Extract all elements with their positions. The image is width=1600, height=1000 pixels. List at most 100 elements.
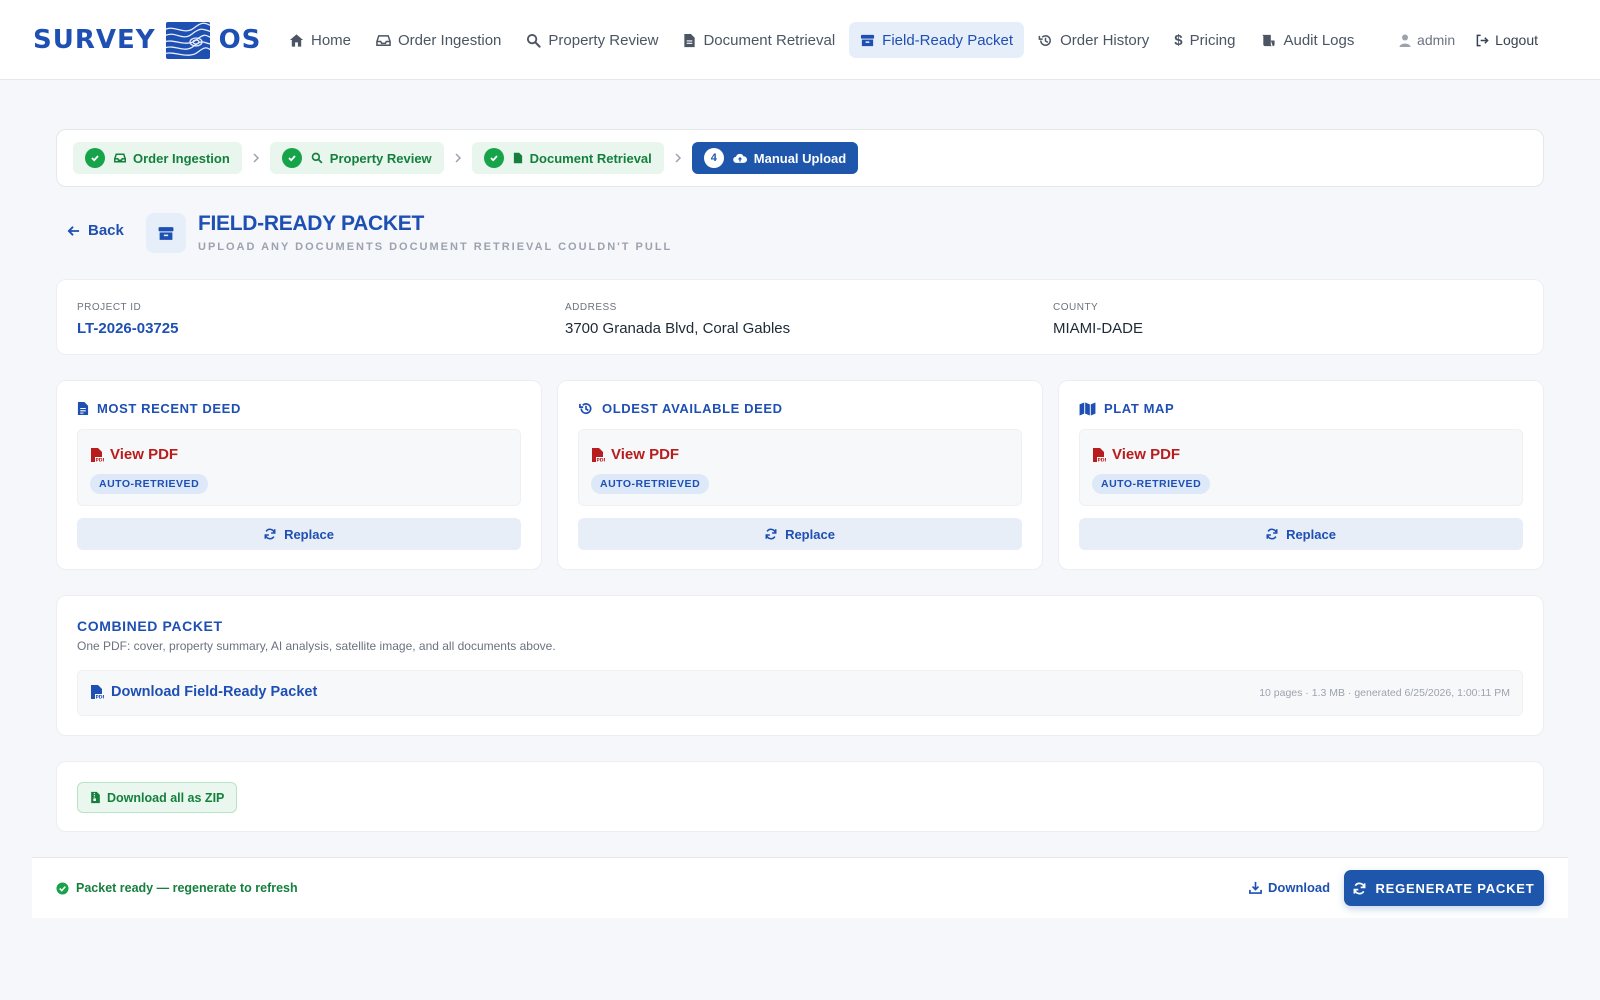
logo-text-left: SURVEY: [33, 25, 156, 55]
view-pdf-link[interactable]: PDF View PDF: [591, 446, 679, 463]
refresh-icon: [765, 528, 777, 540]
step-order-ingestion[interactable]: Order Ingestion: [73, 142, 242, 174]
packet-download-row: PDF Download Field-Ready Packet 10 pages…: [77, 670, 1523, 716]
logo[interactable]: SURVEY OS: [33, 20, 261, 60]
project-id-field: PROJECT ID LT-2026-03725: [77, 302, 178, 337]
doc-title-label: OLDEST AVAILABLE DEED: [602, 401, 783, 416]
logout-label: Logout: [1495, 32, 1538, 48]
combined-description: One PDF: cover, property summary, AI ana…: [77, 639, 556, 653]
back-label: Back: [88, 222, 124, 239]
combined-title: COMBINED PACKET: [77, 618, 223, 634]
inbox-icon: [376, 34, 391, 46]
nav-item-pricing[interactable]: $ Pricing: [1163, 22, 1246, 58]
svg-text:PDF: PDF: [597, 457, 606, 463]
file-pdf-icon: PDF: [1093, 447, 1106, 463]
chevron-right-icon: [252, 153, 260, 163]
download-button[interactable]: Download: [1249, 880, 1330, 895]
download-zip-button[interactable]: Download all as ZIP: [77, 782, 238, 813]
county-value: MIAMI-DADE: [1053, 320, 1143, 337]
doc-card-plat-map: PLAT MAP PDF View PDF AUTO-RETRIEVED Rep…: [1058, 380, 1544, 570]
user-menu[interactable]: admin: [1399, 32, 1455, 48]
nav-item-field-ready-packet[interactable]: Field-Ready Packet: [849, 22, 1025, 58]
file-pdf-icon: PDF: [91, 685, 105, 700]
view-pdf-link[interactable]: PDF View PDF: [1092, 446, 1180, 463]
doc-title-label: PLAT MAP: [1104, 401, 1175, 416]
status-label: Packet ready — regenerate to refresh: [76, 881, 298, 895]
zip-card: Download all as ZIP: [56, 761, 1544, 832]
download-packet-link[interactable]: PDF Download Field-Ready Packet: [90, 684, 317, 700]
user-icon: [1399, 34, 1411, 47]
replace-button[interactable]: Replace: [578, 518, 1022, 550]
replace-button[interactable]: Replace: [1079, 518, 1523, 550]
check-icon: [85, 148, 105, 168]
step-document-retrieval[interactable]: Document Retrieval: [471, 142, 664, 174]
view-pdf-label: View PDF: [110, 446, 179, 463]
nav-item-label: Pricing: [1189, 31, 1236, 49]
map-icon: [1079, 401, 1096, 416]
download-icon: [1249, 881, 1262, 894]
file-pdf-icon: PDF: [91, 447, 105, 463]
svg-text:PDF: PDF: [96, 694, 105, 700]
doc-title-label: MOST RECENT DEED: [97, 401, 241, 416]
view-pdf-label: View PDF: [1112, 446, 1181, 463]
doc-file-box: PDF View PDF AUTO-RETRIEVED: [578, 429, 1022, 506]
doc-card-title: PLAT MAP: [1079, 401, 1174, 416]
workflow-stepper: Order Ingestion Property Review Document…: [56, 129, 1544, 187]
file-contract-icon: [77, 402, 89, 415]
doc-card-title: MOST RECENT DEED: [77, 401, 241, 416]
nav-item-order-ingestion[interactable]: Order Ingestion: [365, 22, 512, 58]
project-id-value: LT-2026-03725: [77, 320, 179, 337]
main-nav: Home Order Ingestion Property Review Doc…: [278, 22, 1368, 58]
cloud-upload-icon: [733, 153, 747, 164]
inbox-icon: [114, 152, 126, 164]
county-label: COUNTY: [1053, 302, 1099, 313]
topo-logo-icon: [165, 21, 210, 59]
status-badge: AUTO-RETRIEVED: [1092, 474, 1211, 494]
svg-text:PDF: PDF: [96, 457, 105, 463]
project-info-card: PROJECT ID LT-2026-03725 ADDRESS 3700 Gr…: [56, 279, 1544, 355]
back-button[interactable]: Back: [67, 222, 124, 239]
home-icon: [289, 33, 304, 47]
nav-item-label: Home: [311, 31, 352, 49]
packet-status: Packet ready — regenerate to refresh: [56, 881, 298, 895]
magnify-icon: [311, 152, 323, 164]
nav-item-property-review[interactable]: Property Review: [515, 22, 669, 58]
nav-item-label: Document Retrieval: [703, 31, 836, 49]
doc-file-box: PDF View PDF AUTO-RETRIEVED: [1079, 429, 1523, 506]
doc-card-oldest-deed: OLDEST AVAILABLE DEED PDF View PDF AUTO-…: [557, 380, 1043, 570]
check-icon: [281, 148, 302, 168]
regenerate-packet-button[interactable]: REGENERATE PACKET: [1344, 870, 1544, 906]
refresh-icon: [264, 528, 276, 540]
logout-button[interactable]: Logout: [1476, 32, 1538, 48]
step-label: Property Review: [329, 150, 432, 166]
address-label: ADDRESS: [565, 302, 617, 313]
nav-item-label: Property Review: [548, 31, 659, 49]
check-icon: [483, 148, 504, 168]
status-badge: AUTO-RETRIEVED: [591, 474, 710, 494]
logo-text-right: OS: [218, 25, 262, 55]
step-label: Manual Upload: [753, 150, 847, 166]
file-pdf-icon: PDF: [592, 447, 606, 463]
logout-icon: [1476, 34, 1489, 46]
step-manual-upload[interactable]: 4 Manual Upload: [691, 142, 859, 174]
download-zip-label: Download all as ZIP: [107, 790, 225, 805]
refresh-icon: [1266, 528, 1278, 540]
nav-item-document-retrieval[interactable]: Document Retrieval: [672, 22, 846, 58]
nav-item-label: Audit Logs: [1283, 31, 1355, 49]
dollar-icon: $: [1174, 31, 1183, 49]
top-nav: SURVEY OS Home Order Ingestion Property …: [0, 0, 1600, 80]
nav-item-label: Field-Ready Packet: [882, 31, 1014, 49]
nav-item-home[interactable]: Home: [278, 22, 362, 58]
county-field: COUNTY MIAMI-DADE: [1053, 302, 1143, 337]
nav-item-audit-logs[interactable]: Audit Logs: [1249, 22, 1365, 58]
doc-file-box: PDF View PDF AUTO-RETRIEVED: [77, 429, 521, 506]
page-title: FIELD-READY PACKET: [198, 212, 425, 235]
regenerate-label: REGENERATE PACKET: [1375, 880, 1535, 896]
view-pdf-link[interactable]: PDF View PDF: [90, 446, 178, 463]
file-icon: [684, 33, 696, 47]
file-zipper-icon: [91, 791, 100, 804]
step-property-review[interactable]: Property Review: [269, 142, 444, 174]
nav-item-order-history[interactable]: Order History: [1027, 22, 1160, 58]
user-area: admin Logout: [1378, 22, 1538, 58]
replace-button[interactable]: Replace: [77, 518, 521, 550]
